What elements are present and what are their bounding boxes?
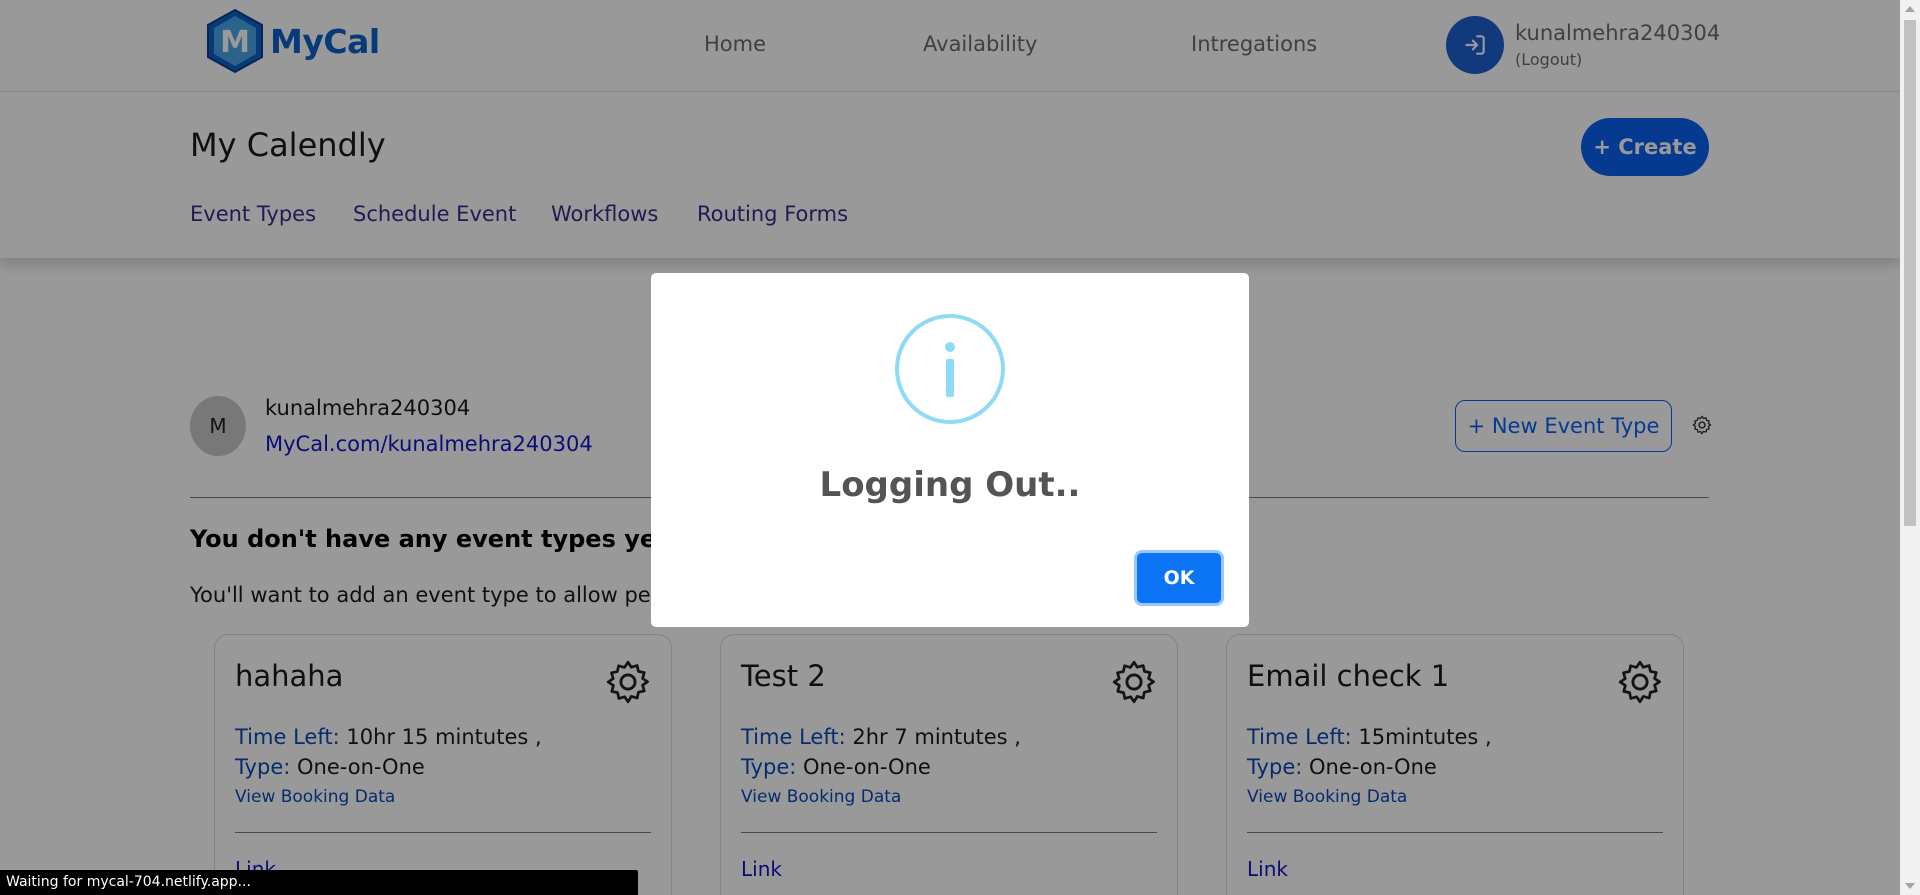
dialog-title: Logging Out.. (819, 465, 1081, 505)
browser-status-bar: Waiting for mycal-704.netlify.app... (0, 870, 638, 895)
scrollbar-thumb[interactable] (1904, 20, 1916, 526)
vertical-scrollbar[interactable] (1900, 0, 1920, 895)
info-icon (895, 314, 1005, 424)
scroll-down-arrow-icon[interactable] (1905, 883, 1915, 889)
ok-button[interactable]: OK (1137, 553, 1221, 603)
logout-dialog: Logging Out.. OK (651, 273, 1249, 627)
scroll-up-arrow-icon[interactable] (1905, 6, 1915, 12)
